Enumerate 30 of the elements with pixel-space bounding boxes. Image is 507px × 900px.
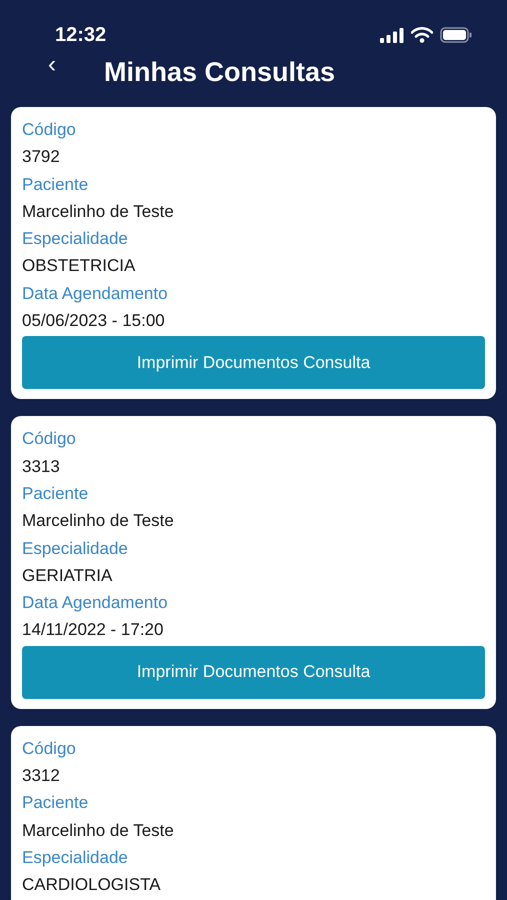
field-value: 3312: [22, 765, 61, 788]
signal-icon: [380, 28, 404, 42]
screen-title: Minhas Consultas: [104, 56, 336, 88]
field-label: Paciente: [22, 174, 90, 196]
field-label: Data Agendamento: [22, 592, 169, 614]
field-label: Data Agendamento: [22, 282, 169, 305]
print-button[interactable]: Imprimir Documentos Consulta: [22, 646, 485, 699]
field-label: Código: [22, 428, 77, 450]
battery-icon: [440, 27, 473, 43]
print-button[interactable]: Imprimir Documentos Consulta: [22, 336, 485, 390]
field-value: GERIATRIA: [22, 564, 114, 587]
field-label: Paciente: [22, 792, 90, 814]
field-value: 14/11/2022 - 17:20: [22, 619, 164, 642]
field-label: Especialidade: [22, 538, 129, 560]
field-label: Paciente: [22, 482, 90, 505]
field-value: Marcelinho de Teste: [22, 510, 175, 532]
field-value: 3313: [22, 456, 61, 478]
field-label: Especialidade: [22, 228, 129, 250]
field-value: CARDIOLOGISTA: [22, 874, 162, 896]
field-value: OBSTETRICIA: [22, 255, 136, 278]
field-value: 3792: [22, 146, 61, 168]
field-value: Marcelinho de Teste: [22, 820, 175, 842]
wifi-icon: [411, 27, 433, 43]
field-label: Código: [22, 119, 77, 141]
field-value: Marcelinho de Teste: [22, 200, 175, 223]
field-value: 05/06/2023 - 15:00: [22, 310, 166, 332]
field-label: Código: [22, 738, 77, 760]
clock-time: 12:32: [55, 24, 106, 46]
back-button[interactable]: ‹: [48, 53, 104, 77]
field-label: Especialidade: [22, 846, 129, 869]
